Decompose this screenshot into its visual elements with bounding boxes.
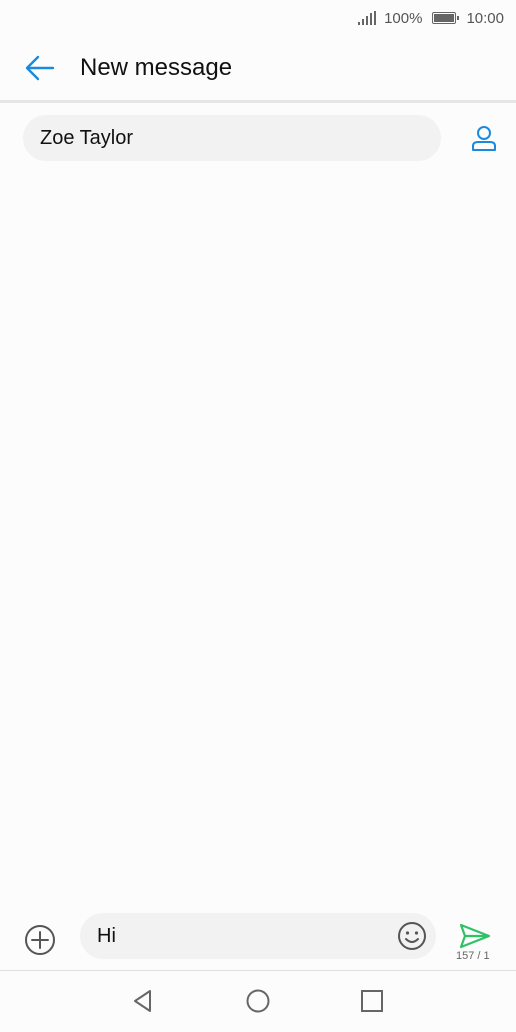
nav-recents-button[interactable] [359,988,385,1014]
smiley-icon [398,922,426,950]
clock: 10:00 [466,9,504,27]
char-counter: 157 / 1 [456,950,490,962]
recipient-row: Zoe Taylor [23,115,502,161]
header-divider [0,100,516,103]
arrow-left-icon [25,55,55,81]
send-icon [459,923,491,949]
nav-back-button[interactable] [130,988,156,1014]
home-circle-icon [246,989,270,1013]
plus-circle-icon [25,925,55,955]
message-text: Hi [97,924,116,947]
recents-square-icon [361,990,383,1012]
attach-button[interactable] [22,922,58,958]
app-bar: New message [0,36,516,100]
message-list [0,170,516,905]
recipient-name: Zoe Taylor [40,126,134,149]
add-contact-button[interactable] [465,115,502,161]
send-button[interactable] [458,922,494,952]
battery-percent: 100% [384,9,423,27]
page-title: New message [80,54,233,81]
message-input[interactable]: Hi [80,913,436,959]
back-triangle-icon [134,990,151,1012]
person-icon [471,126,496,151]
recipient-field[interactable]: Zoe Taylor [23,115,441,161]
status-bar: 100% 10:00 [0,0,516,36]
system-nav-bar [0,971,516,1032]
signal-icon [358,11,377,25]
compose-bar: Hi 157 / 1 [0,913,516,971]
battery-icon [432,12,460,24]
emoji-button[interactable] [396,920,428,952]
back-button[interactable] [0,36,80,100]
nav-home-button[interactable] [245,988,271,1014]
